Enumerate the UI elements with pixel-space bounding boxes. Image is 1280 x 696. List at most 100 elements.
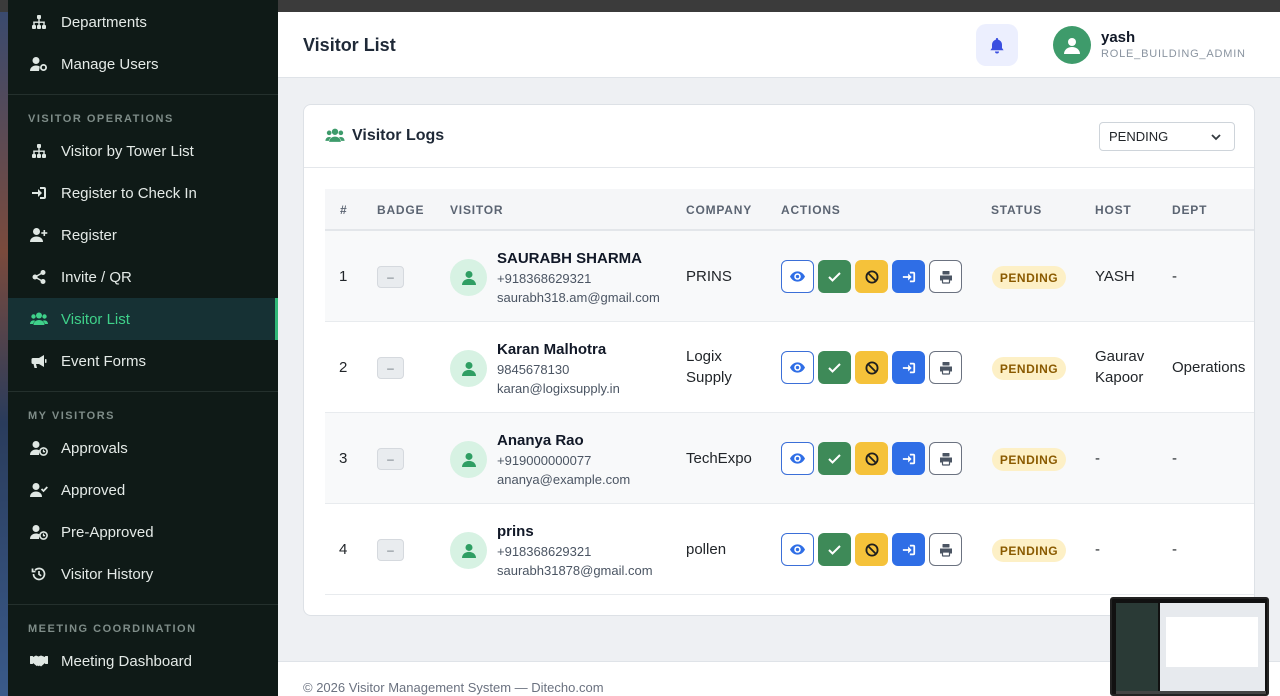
table-row: 2 – Karan Malhotra 9845678130 karan@logi… [325, 322, 1254, 413]
column-header-visitor: VISITOR [450, 203, 504, 217]
eye-icon [790, 544, 805, 555]
visitor-logs-card: Visitor Logs PENDING # BADGE VISITOR COM… [303, 104, 1255, 616]
print-button[interactable] [929, 533, 962, 566]
company-name: TechExpo [686, 450, 752, 467]
notifications-button[interactable] [976, 24, 1018, 66]
sidebar-item-approved[interactable]: Approved [8, 469, 278, 511]
user-clock-icon [30, 439, 48, 457]
footer-copyright: © 2026 Visitor Management System — Ditec… [303, 680, 604, 695]
check-in-button[interactable] [892, 351, 925, 384]
card-title: Visitor Logs [352, 127, 445, 144]
thumbnail-sidebar [1116, 603, 1158, 691]
reject-button[interactable] [855, 442, 888, 475]
visitor-email: karan@logixsupply.in [497, 381, 620, 396]
sign-in-icon [902, 544, 915, 555]
view-button[interactable] [781, 442, 814, 475]
ban-icon [865, 270, 878, 283]
approve-button[interactable] [818, 442, 851, 475]
visitor-avatar [450, 259, 487, 296]
user-role: ROLE_BUILDING_ADMIN [1101, 48, 1246, 60]
user-icon [461, 270, 476, 285]
status-badge: PENDING [992, 357, 1066, 380]
screenshot-thumbnail-preview[interactable] [1110, 597, 1269, 696]
sidebar-item-visitor-history[interactable]: Visitor History [8, 553, 278, 595]
printer-icon [939, 543, 952, 557]
sidebar-section-meeting-coordination: MEETING COORDINATION [28, 623, 197, 635]
reject-button[interactable] [855, 260, 888, 293]
status-badge: PENDING [992, 266, 1066, 289]
print-button[interactable] [929, 442, 962, 475]
sidebar-item-pre-approved[interactable]: Pre-Approved [8, 511, 278, 553]
user-icon [461, 452, 476, 467]
card-header: Visitor Logs PENDING [304, 105, 1254, 168]
user-icon [461, 543, 476, 558]
view-button[interactable] [781, 260, 814, 293]
chevron-down-icon [1211, 134, 1221, 141]
column-header-actions: ACTIONS [781, 203, 841, 217]
user-check-icon [30, 481, 48, 499]
printer-icon [939, 452, 952, 466]
sidebar-item-label: Register [61, 226, 117, 244]
sidebar-item-visitor-list[interactable]: Visitor List [8, 298, 278, 340]
user-icon [461, 361, 476, 376]
sidebar-item-label: Manage Users [61, 55, 159, 73]
visitor-avatar [450, 350, 487, 387]
ban-icon [865, 361, 878, 374]
main-content: Visitor List yash ROLE_BUILDING_ADMIN Vi… [278, 12, 1280, 696]
view-button[interactable] [781, 533, 814, 566]
users-icon [325, 127, 345, 149]
check-in-button[interactable] [892, 260, 925, 293]
sidebar-item-label: Event Forms [61, 352, 147, 370]
sidebar-item-register-to-check-in[interactable]: Register to Check In [8, 172, 278, 214]
check-icon [828, 271, 841, 282]
reject-button[interactable] [855, 533, 888, 566]
status-filter-select[interactable]: PENDING [1099, 122, 1235, 151]
user-gear-icon [30, 55, 48, 73]
megaphone-icon [30, 352, 48, 370]
host-name-line-1: Gaurav [1095, 348, 1145, 365]
table-row: 3 – Ananya Rao +919000000077 ananya@exam… [325, 413, 1254, 504]
badge-placeholder: – [377, 266, 404, 288]
visitor-phone: +919000000077 [497, 453, 592, 468]
thumbnail-card [1166, 617, 1258, 667]
sidebar-item-label: Visitor by Tower List [61, 142, 194, 160]
table-row: 1 – SAURABH SHARMA +918368629321 saurabh… [325, 231, 1254, 322]
sidebar-item-label: Visitor History [61, 565, 154, 583]
sidebar-item-meeting-dashboard[interactable]: Meeting Dashboard [8, 640, 278, 682]
sign-in-icon [902, 271, 915, 282]
sidebar-item-label: Pre-Approved [61, 523, 154, 541]
sidebar-item-invite-qr[interactable]: Invite / QR [8, 256, 278, 298]
user-clock-icon [30, 523, 48, 541]
sidebar-item-register[interactable]: Register [8, 214, 278, 256]
visitor-name: SAURABH SHARMA [497, 250, 642, 267]
approve-button[interactable] [818, 351, 851, 384]
sidebar-item-label: Departments [61, 13, 147, 31]
sidebar-item-label: Approvals [61, 439, 128, 457]
sitemap-icon [30, 142, 48, 160]
sidebar-item-label: Register to Check In [61, 184, 197, 202]
sidebar-section-visitor-operations: VISITOR OPERATIONS [28, 113, 174, 125]
host-name: - [1095, 541, 1100, 558]
check-icon [828, 362, 841, 373]
thumbnail-dock [1116, 691, 1266, 694]
sidebar-item-event-forms[interactable]: Event Forms [8, 340, 278, 382]
reject-button[interactable] [855, 351, 888, 384]
column-header-badge: BADGE [377, 203, 425, 217]
sidebar-item-departments[interactable]: Departments [8, 1, 278, 43]
check-in-button[interactable] [892, 442, 925, 475]
sidebar-item-label: Approved [61, 481, 126, 499]
print-button[interactable] [929, 260, 962, 293]
view-button[interactable] [781, 351, 814, 384]
approve-button[interactable] [818, 260, 851, 293]
printer-icon [939, 270, 952, 284]
check-in-button[interactable] [892, 533, 925, 566]
visitor-name: prins [497, 523, 534, 540]
approve-button[interactable] [818, 533, 851, 566]
user-avatar[interactable] [1053, 26, 1091, 64]
sidebar-item-approvals[interactable]: Approvals [8, 427, 278, 469]
company-name-line-1: Logix [686, 348, 722, 365]
sidebar-item-manage-users[interactable]: Manage Users [8, 43, 278, 85]
sidebar-section-my-visitors: MY VISITORS [28, 410, 116, 422]
print-button[interactable] [929, 351, 962, 384]
sidebar-item-visitor-by-tower[interactable]: Visitor by Tower List [8, 130, 278, 172]
